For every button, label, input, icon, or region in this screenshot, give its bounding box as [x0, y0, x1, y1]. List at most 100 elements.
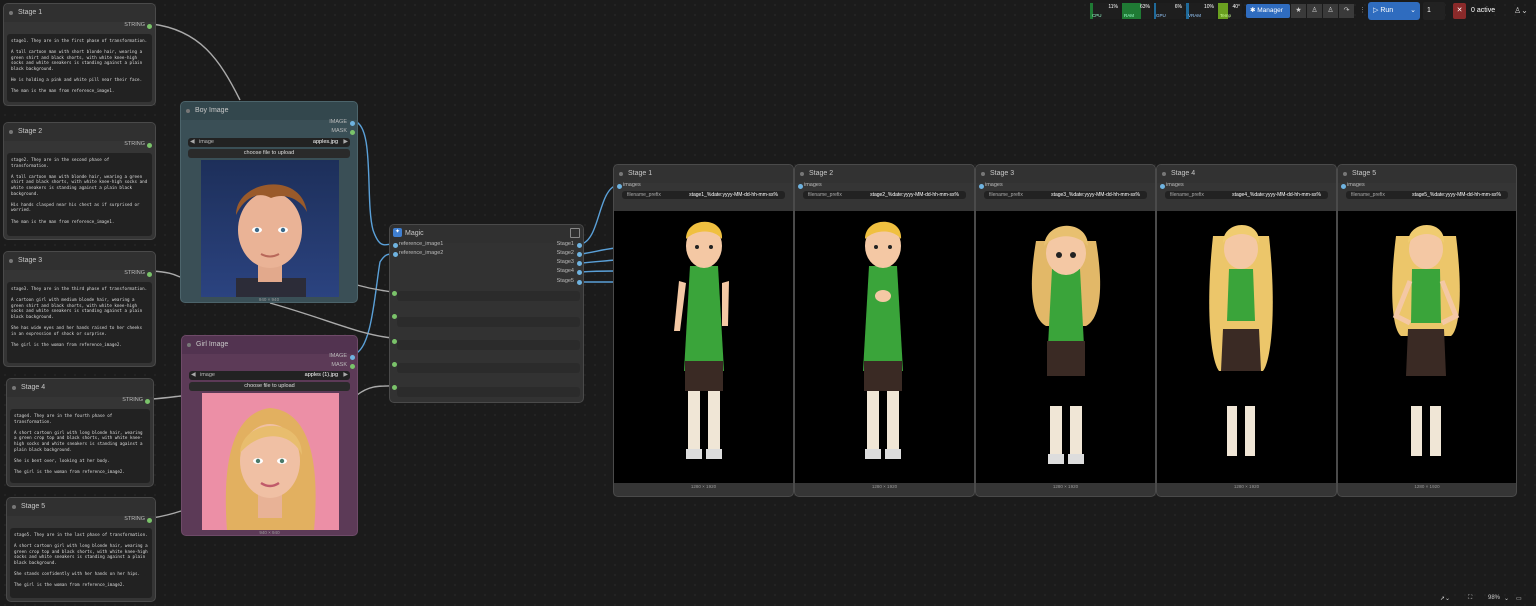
- temp-value: 40°: [1232, 4, 1240, 10]
- filename-prefix-field[interactable]: filename_prefix stage1_%date:yyyy-MM-dd-h…: [622, 191, 785, 199]
- chevron-down-icon[interactable]: ⌄: [1504, 595, 1509, 602]
- save-image-node-stage3[interactable]: Stage 3 images filename_prefix stage3_%da…: [975, 164, 1156, 497]
- image-select[interactable]: ◀ image apples (1).jpg ▶: [189, 371, 350, 380]
- manager-button[interactable]: ✱ Manager: [1246, 4, 1290, 18]
- input-socket[interactable]: [393, 243, 398, 248]
- upload-button[interactable]: choose file to upload: [189, 382, 350, 391]
- load-image-node-boy[interactable]: Boy Image IMAGE MASK ◀ image apples.jpg …: [180, 101, 358, 303]
- input-socket[interactable]: [392, 339, 397, 344]
- text-node-stage1[interactable]: Stage 1 STRING stage1. They are in the f…: [3, 3, 156, 106]
- load-image-node-girl[interactable]: Girl Image IMAGE MASK ◀ image apples (1)…: [181, 335, 358, 536]
- image-output-label: IMAGE: [329, 119, 347, 125]
- zoom-level[interactable]: 98%: [1488, 595, 1500, 601]
- node-title: Stage 1: [628, 170, 653, 177]
- output-socket[interactable]: [577, 280, 582, 285]
- field-label: filename_prefix: [1170, 192, 1204, 198]
- node-title: Stage 5: [21, 503, 46, 510]
- input-socket[interactable]: [392, 314, 397, 319]
- filename-prefix-field[interactable]: filename_prefix stage5_%date:yyyy-MM-dd-h…: [1346, 191, 1508, 199]
- batch-count-value: 1: [1427, 7, 1431, 14]
- chevron-left-icon[interactable]: ◀: [191, 371, 196, 380]
- input-socket[interactable]: [979, 184, 984, 189]
- text-node-stage5[interactable]: Stage 5 STRING stage5. They are in the l…: [6, 497, 156, 602]
- chevron-down-icon[interactable]: ⌄: [1410, 2, 1416, 20]
- prompt-textarea[interactable]: stage2. They are in the second phase of …: [7, 153, 152, 236]
- input-socket[interactable]: [392, 385, 397, 390]
- input-socket[interactable]: [1160, 184, 1165, 189]
- output-socket[interactable]: [577, 270, 582, 275]
- link-boy-image: [353, 120, 394, 246]
- link-misc-2: [356, 385, 394, 396]
- run-button[interactable]: ▷ Run ⌄: [1368, 2, 1420, 20]
- image-size-label: 1280 × 1920: [1052, 484, 1079, 489]
- upload-button[interactable]: choose file to upload: [188, 149, 350, 158]
- magic-icon: ✦: [393, 228, 402, 237]
- batch-count-input[interactable]: 1: [1423, 2, 1445, 20]
- text-widget[interactable]: [397, 291, 580, 301]
- image-output-socket[interactable]: [350, 355, 355, 360]
- mask-output-socket[interactable]: [350, 364, 355, 369]
- chevron-right-icon[interactable]: ▶: [343, 138, 348, 147]
- prompt-textarea[interactable]: stage5. They are in the last phase of tr…: [10, 528, 152, 598]
- queue-status[interactable]: 0 active: [1471, 3, 1507, 19]
- save-image-node-stage4[interactable]: Stage 4 images filename_prefix stage4_%da…: [1156, 164, 1337, 497]
- image-output-socket[interactable]: [350, 121, 355, 126]
- prompt-textarea[interactable]: stage4. They are in the fourth phase of …: [10, 409, 150, 483]
- vram-meter: 10% VRAM: [1186, 3, 1216, 19]
- output-socket[interactable]: [147, 24, 152, 29]
- widget-value: apples (1).jpg: [304, 372, 338, 378]
- output-socket[interactable]: [147, 518, 152, 523]
- input-socket[interactable]: [1341, 184, 1346, 189]
- input-socket[interactable]: [392, 362, 397, 367]
- share-button[interactable]: ♙: [1307, 4, 1322, 18]
- text-widget[interactable]: [397, 387, 580, 397]
- fit-view-icon[interactable]: ⛶: [1468, 595, 1472, 602]
- text-node-stage3[interactable]: Stage 3 STRING stage3. They are in the t…: [3, 251, 156, 367]
- stage4-output-image: [1157, 211, 1336, 483]
- top-toolbar: 11% CPU 63% RAM 6% GPU 10% VRAM 40° Temp…: [1088, 0, 1536, 22]
- output-socket[interactable]: [577, 252, 582, 257]
- link-magic-stage4: [580, 270, 616, 273]
- chevron-right-icon[interactable]: ▶: [343, 371, 348, 380]
- save-image-node-stage2[interactable]: Stage 2 images filename_prefix stage2_%da…: [794, 164, 975, 497]
- output-socket[interactable]: [147, 272, 152, 277]
- image-select[interactable]: ◀ image apples.jpg ▶: [188, 138, 350, 147]
- output-socket[interactable]: [145, 399, 150, 404]
- magic-node[interactable]: ✦ Magic reference_image1 reference_image…: [389, 224, 584, 403]
- filename-prefix-field[interactable]: filename_prefix stage2_%date:yyyy-MM-dd-h…: [803, 191, 966, 199]
- cancel-button[interactable]: ✕: [1453, 3, 1466, 19]
- filename-prefix-field[interactable]: filename_prefix stage3_%date:yyyy-MM-dd-h…: [984, 191, 1147, 199]
- output-socket[interactable]: [147, 143, 152, 148]
- minimap-icon[interactable]: ▭: [1516, 595, 1522, 602]
- pointer-icon[interactable]: ➚⌄: [1440, 595, 1450, 602]
- text-widget[interactable]: [397, 340, 580, 350]
- chevron-left-icon[interactable]: ◀: [190, 138, 195, 147]
- save-image-node-stage1[interactable]: Stage 1 images filename_prefix stage1_%da…: [613, 164, 794, 497]
- output-label: Stage4: [556, 268, 574, 274]
- save-image-node-stage5[interactable]: Stage 5 images filename_prefix stage5_%da…: [1337, 164, 1517, 497]
- profile-button[interactable]: ♙: [1323, 4, 1338, 18]
- star-button[interactable]: ★: [1291, 4, 1306, 18]
- filename-prefix-field[interactable]: filename_prefix stage4_%date:yyyy-MM-dd-h…: [1165, 191, 1328, 199]
- prompt-textarea[interactable]: stage3. They are in the third phase of t…: [7, 282, 152, 363]
- text-widget[interactable]: [397, 363, 580, 373]
- output-label: STRING: [124, 141, 145, 147]
- output-socket[interactable]: [577, 261, 582, 266]
- mask-output-socket[interactable]: [350, 130, 355, 135]
- text-node-stage4[interactable]: Stage 4 STRING stage4. They are in the f…: [6, 378, 154, 487]
- input-socket[interactable]: [617, 184, 622, 189]
- expand-icon[interactable]: [570, 228, 580, 238]
- input-socket[interactable]: [798, 184, 803, 189]
- output-socket[interactable]: [577, 243, 582, 248]
- image-size-label: 1280 × 1920: [690, 484, 717, 489]
- input-label: images: [985, 182, 1003, 188]
- mask-output-label: MASK: [331, 362, 347, 368]
- mask-output-label: MASK: [331, 128, 347, 134]
- text-widget[interactable]: [397, 317, 580, 327]
- text-node-stage2[interactable]: Stage 2 STRING stage2. They are in the s…: [3, 122, 156, 240]
- prompt-textarea[interactable]: stage1. They are in the first phase of t…: [7, 34, 152, 102]
- drag-handle-icon[interactable]: ⋮: [1359, 4, 1366, 18]
- user-icon[interactable]: ♙⌄: [1514, 3, 1534, 19]
- redo-button[interactable]: ↷: [1339, 4, 1354, 18]
- input-socket[interactable]: [393, 252, 398, 257]
